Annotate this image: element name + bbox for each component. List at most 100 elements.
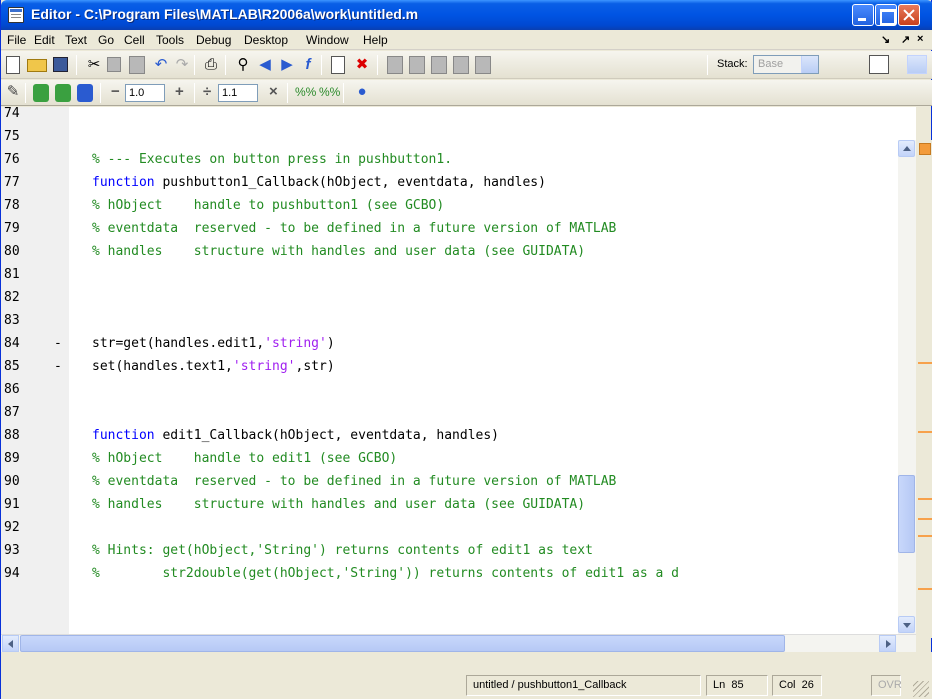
undock-icon[interactable]: ↗ bbox=[901, 33, 910, 46]
menu-cell[interactable]: Cell bbox=[124, 33, 145, 47]
vertical-scroll-thumb[interactable] bbox=[898, 475, 915, 553]
code-line[interactable]: 75 bbox=[1, 125, 916, 148]
code-line[interactable]: 88 function edit1_Callback(hObject, event… bbox=[1, 424, 916, 447]
divide-value-field[interactable]: 1.1 bbox=[218, 84, 258, 102]
undo-icon[interactable]: ↶ bbox=[152, 56, 170, 74]
code-line[interactable]: 78 % hObject handle to pushbutton1 (see G… bbox=[1, 194, 916, 217]
code-line[interactable]: 79 % eventdata reserved - to be defined i… bbox=[1, 217, 916, 240]
code-line[interactable]: 90 % eventdata reserved - to be defined i… bbox=[1, 470, 916, 493]
warning-marker[interactable] bbox=[918, 498, 932, 500]
continue-icon[interactable] bbox=[453, 56, 469, 74]
title-bar[interactable]: Editor - C:\Program Files\MATLAB\R2006a\… bbox=[1, 0, 932, 30]
breakpoint-marker[interactable]: - bbox=[54, 332, 62, 355]
copy-icon[interactable] bbox=[107, 57, 121, 72]
code-line[interactable]: 76 % --- Executes on button press in push… bbox=[1, 148, 916, 171]
new-file-icon[interactable] bbox=[6, 56, 20, 74]
back-icon[interactable]: ◀ bbox=[256, 56, 274, 74]
code-line[interactable]: 80 % handles structure with handles and u… bbox=[1, 240, 916, 263]
code-line[interactable]: 83 bbox=[1, 309, 916, 332]
function-icon[interactable]: f bbox=[299, 56, 317, 74]
menu-desktop[interactable]: Desktop bbox=[244, 33, 288, 47]
menu-help[interactable]: Help bbox=[363, 33, 388, 47]
horizontal-scroll-thumb[interactable] bbox=[20, 635, 785, 652]
code-line[interactable]: 82 bbox=[1, 286, 916, 309]
remove-percent-icon[interactable]: %% bbox=[319, 83, 340, 101]
grid-layout-icon[interactable] bbox=[869, 55, 889, 74]
scroll-up-icon[interactable] bbox=[898, 140, 915, 157]
code-text: function pushbutton1_Callback(hObject, e… bbox=[92, 171, 546, 194]
print-icon[interactable]: ⎙ bbox=[202, 56, 220, 74]
next-cell-icon[interactable] bbox=[77, 84, 93, 102]
eval-cell-icon[interactable] bbox=[33, 84, 49, 102]
warning-marker[interactable] bbox=[918, 518, 932, 520]
toolbar-separator bbox=[25, 83, 26, 103]
menu-debug[interactable]: Debug bbox=[196, 33, 231, 47]
stack-select[interactable]: Base bbox=[753, 55, 819, 74]
step-icon[interactable] bbox=[387, 56, 403, 74]
close-button[interactable] bbox=[898, 4, 920, 26]
main-toolbar: ✂ ↶ ↷ ⎙ ⚲ ◀ ▶ f ✖ Stack: Base bbox=[1, 51, 932, 79]
maximize-button[interactable] bbox=[875, 4, 897, 26]
cut-icon[interactable]: ✂ bbox=[85, 56, 103, 74]
close-doc-icon[interactable]: × bbox=[917, 33, 923, 45]
horizontal-scrollbar[interactable] bbox=[1, 634, 916, 652]
menu-text[interactable]: Text bbox=[65, 33, 87, 47]
menu-edit[interactable]: Edit bbox=[34, 33, 55, 47]
code-line[interactable]: 93 % Hints: get(hObject,'String') returns… bbox=[1, 539, 916, 562]
forward-icon[interactable]: ▶ bbox=[278, 56, 296, 74]
eval-cell-advance-icon[interactable] bbox=[55, 84, 71, 102]
warning-marker[interactable] bbox=[918, 588, 932, 590]
warning-indicator-icon[interactable] bbox=[919, 143, 931, 155]
menu-tools[interactable]: Tools bbox=[156, 33, 184, 47]
scroll-left-icon[interactable] bbox=[2, 635, 19, 652]
warning-marker[interactable] bbox=[918, 535, 932, 537]
code-line[interactable]: 92 bbox=[1, 516, 916, 539]
code-line[interactable]: 94 % str2double(get(hObject,'String')) re… bbox=[1, 562, 916, 585]
code-line[interactable]: 87 bbox=[1, 401, 916, 424]
scroll-down-icon[interactable] bbox=[898, 616, 915, 633]
dock-icon[interactable]: ↘ bbox=[881, 33, 890, 46]
code-line[interactable]: 86 bbox=[1, 378, 916, 401]
exit-debug-icon[interactable] bbox=[475, 56, 491, 74]
toolbar-separator bbox=[194, 83, 195, 103]
warning-marker[interactable] bbox=[918, 362, 932, 364]
decrement-value-field[interactable]: 1.0 bbox=[125, 84, 165, 102]
code-line[interactable]: 77 function pushbutton1_Callback(hObject,… bbox=[1, 171, 916, 194]
code-text: % str2double(get(hObject,'String')) retu… bbox=[92, 562, 679, 585]
paste-icon[interactable] bbox=[129, 56, 145, 74]
menu-window[interactable]: Window bbox=[306, 33, 349, 47]
insert-percent-icon[interactable]: %% bbox=[295, 83, 316, 101]
divide-button[interactable]: ÷ bbox=[203, 83, 211, 100]
save-icon[interactable] bbox=[53, 57, 68, 72]
code-line[interactable]: 91 % handles structure with handles and u… bbox=[1, 493, 916, 516]
redo-icon[interactable]: ↷ bbox=[173, 56, 191, 74]
clear-breakpoints-icon[interactable]: ✖ bbox=[353, 56, 371, 74]
menu-go[interactable]: Go bbox=[98, 33, 114, 47]
find-icon[interactable]: ⚲ bbox=[234, 56, 252, 74]
open-folder-icon[interactable] bbox=[27, 59, 47, 72]
resize-grip-icon[interactable] bbox=[913, 681, 929, 697]
step-in-icon[interactable] bbox=[409, 56, 425, 74]
menu-file[interactable]: File bbox=[7, 33, 26, 47]
step-out-icon[interactable] bbox=[431, 56, 447, 74]
decrement-button[interactable]: − bbox=[111, 83, 120, 100]
vertical-scrollbar[interactable] bbox=[898, 140, 916, 634]
chevron-down-icon[interactable] bbox=[907, 55, 927, 74]
multiply-button[interactable]: × bbox=[269, 83, 278, 100]
breakpoint-marker[interactable]: - bbox=[54, 355, 62, 378]
cell-mode-icon[interactable]: ✎ bbox=[4, 83, 22, 101]
increment-button[interactable]: + bbox=[175, 83, 184, 100]
line-number: 92 bbox=[4, 520, 20, 535]
show-cell-titles-icon[interactable]: ● bbox=[353, 83, 371, 101]
warning-marker[interactable] bbox=[918, 431, 932, 433]
code-line[interactable]: 84 - str=get(handles.edit1,'string') bbox=[1, 332, 916, 355]
set-breakpoint-icon[interactable] bbox=[331, 56, 345, 74]
code-editor[interactable]: 74 75 76 % --- Executes on button press in … bbox=[1, 107, 916, 634]
line-number: 86 bbox=[4, 382, 20, 397]
code-line[interactable]: 85 - set(handles.text1,'string',str) bbox=[1, 355, 916, 378]
code-line[interactable]: 74 bbox=[1, 107, 916, 125]
minimize-button[interactable] bbox=[852, 4, 874, 26]
code-line[interactable]: 89 % hObject handle to edit1 (see GCBO) bbox=[1, 447, 916, 470]
code-line[interactable]: 81 bbox=[1, 263, 916, 286]
scroll-right-icon[interactable] bbox=[879, 635, 896, 652]
